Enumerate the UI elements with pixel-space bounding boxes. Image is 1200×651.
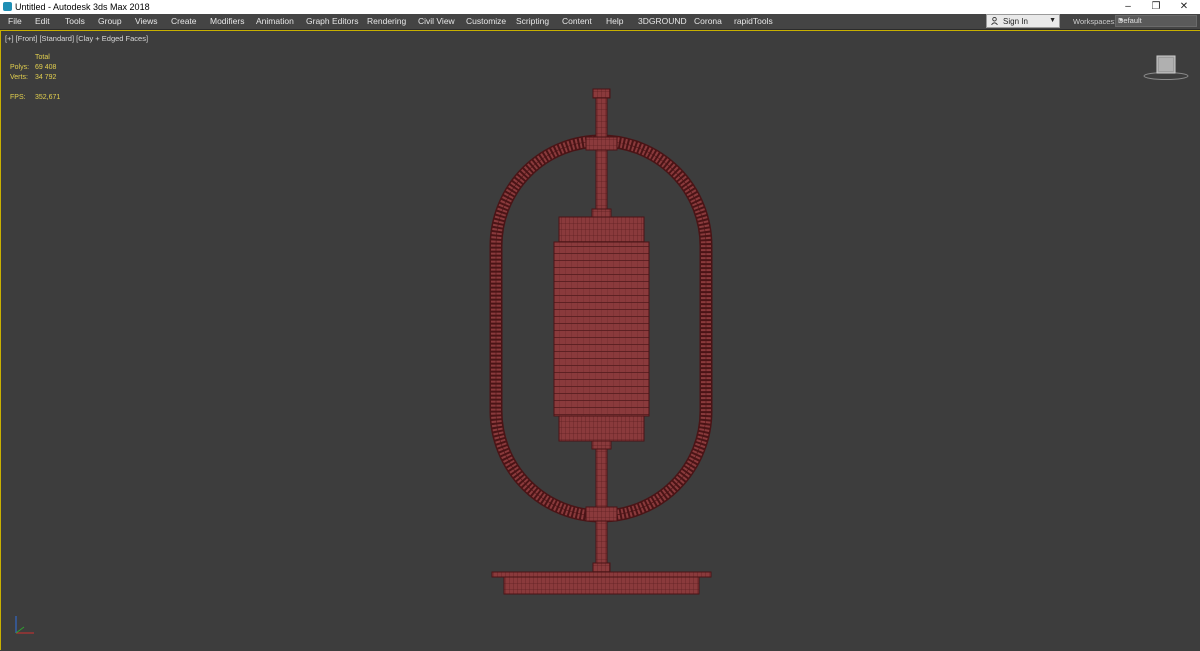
title-bar: Untitled - Autodesk 3ds Max 2018 – ❐ ✕ (0, 0, 1200, 14)
sign-in-dropdown[interactable]: Sign In ▼ (986, 14, 1060, 28)
menu-content[interactable]: Content (562, 14, 592, 29)
menu-create[interactable]: Create (171, 14, 197, 29)
close-button[interactable]: ✕ (1170, 0, 1198, 14)
sign-in-label: Sign In (1003, 17, 1028, 26)
workspaces-select[interactable]: Default ▼ (1115, 15, 1197, 27)
window-title: Untitled - Autodesk 3ds Max 2018 (15, 2, 150, 12)
workspaces-label: Workspaces: (1073, 17, 1117, 26)
base-rim (491, 571, 712, 578)
menu-3dground[interactable]: 3DGROUND (638, 14, 687, 29)
menu-graph-editors[interactable]: Graph Editors (306, 14, 358, 29)
menu-corona[interactable]: Corona (694, 14, 722, 29)
menu-file[interactable]: File (8, 14, 22, 29)
menu-help[interactable]: Help (606, 14, 623, 29)
front-viewport[interactable]: [+] [Front] [Standard] [Clay + Edged Fac… (0, 30, 1200, 650)
menu-tools[interactable]: Tools (65, 14, 85, 29)
menu-views[interactable]: Views (135, 14, 158, 29)
menu-edit[interactable]: Edit (35, 14, 50, 29)
menu-civil-view[interactable]: Civil View (418, 14, 455, 29)
shade-top-cap (558, 216, 645, 243)
menu-rendering[interactable]: Rendering (367, 14, 406, 29)
menu-customize[interactable]: Customize (466, 14, 506, 29)
lamp-model-wireframe[interactable] (1, 31, 1200, 651)
minimize-button[interactable]: – (1114, 0, 1142, 14)
menu-modifiers[interactable]: Modifiers (210, 14, 244, 29)
menu-group[interactable]: Group (98, 14, 122, 29)
shade-bottom-cap (558, 415, 645, 442)
menu-scripting[interactable]: Scripting (516, 14, 549, 29)
user-icon (991, 17, 998, 25)
app-icon (3, 2, 12, 11)
restore-button[interactable]: ❐ (1142, 0, 1170, 14)
chevron-down-icon: ▼ (1049, 17, 1056, 24)
shade-ribbed-body (553, 241, 650, 417)
top-joint (585, 136, 618, 151)
chevron-down-icon: ▼ (1118, 18, 1124, 24)
base-plate (503, 576, 700, 595)
bottom-joint (585, 506, 618, 522)
menu-animation[interactable]: Animation (256, 14, 294, 29)
menu-rapidtools[interactable]: rapidTools (734, 14, 773, 29)
